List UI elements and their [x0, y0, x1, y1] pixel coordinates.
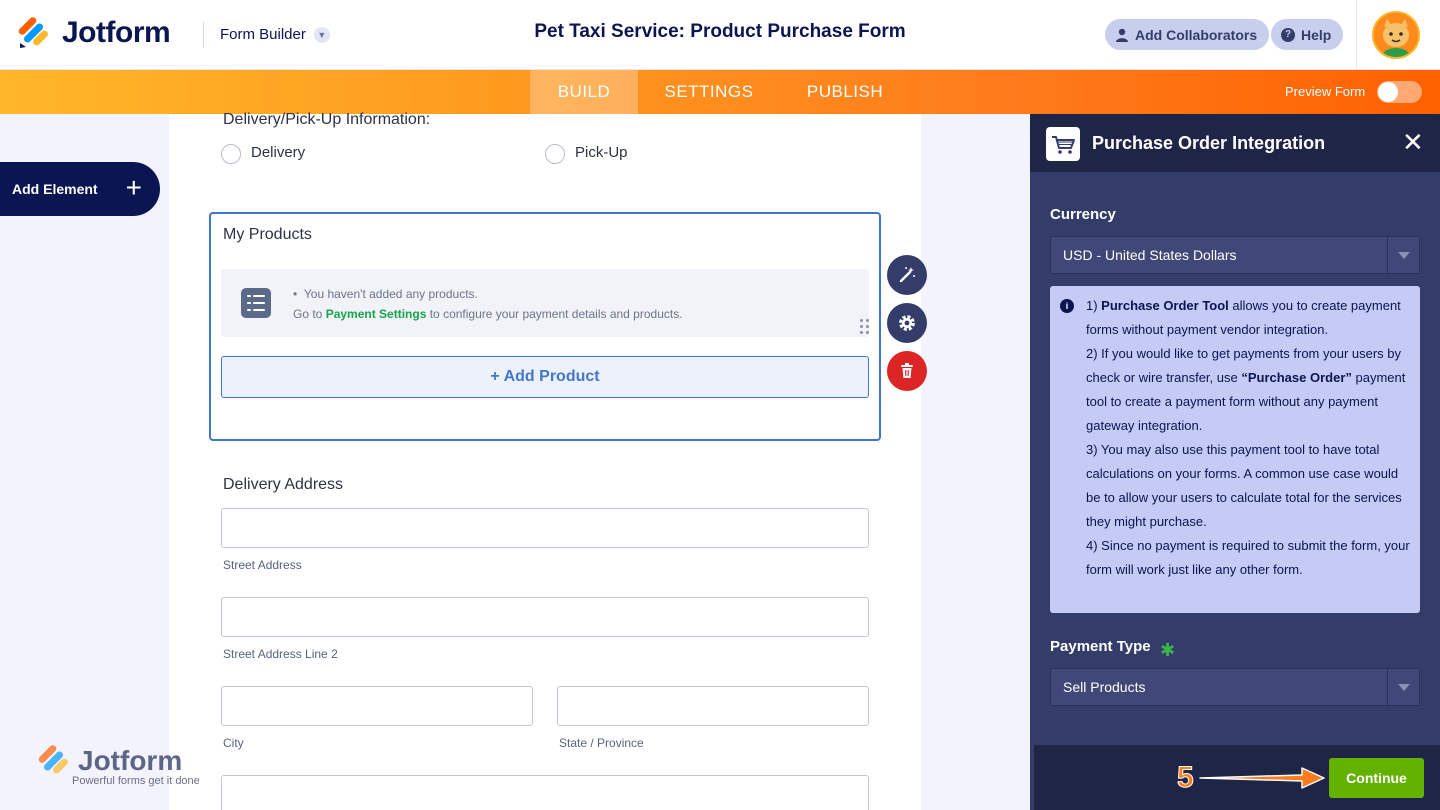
avatar-character-icon	[1374, 13, 1418, 57]
payment-type-select[interactable]: Sell Products	[1050, 668, 1420, 706]
delete-field-button[interactable]	[887, 351, 927, 391]
top-header: Jotform Form Builder ▼ Pet Taxi Service:…	[0, 0, 1440, 70]
info-paragraph-2: 2) If you would like to get payments fro…	[1086, 346, 1406, 433]
field-settings-button[interactable]	[887, 303, 927, 343]
wand-button[interactable]	[887, 255, 927, 295]
toggle-knob	[1378, 82, 1398, 102]
cart-icon-container	[1046, 127, 1080, 161]
preview-form-label: Preview Form	[1285, 84, 1366, 99]
step-number-annotation: 5	[1177, 761, 1195, 795]
state-province-input[interactable]	[557, 686, 869, 726]
drag-handle-icon[interactable]	[860, 319, 870, 335]
product-list-icon	[241, 288, 271, 318]
close-icon[interactable]: ✕	[1402, 129, 1424, 155]
tab-settings[interactable]: SETTINGS	[646, 70, 772, 114]
gear-icon	[899, 315, 915, 331]
delivery-question-label: Delivery/Pick-Up Information:	[223, 111, 431, 128]
currency-label: Currency	[1050, 206, 1116, 223]
watermark-tagline: Powerful forms get it done	[72, 775, 200, 787]
add-element-button[interactable]: Add Element +	[0, 162, 160, 216]
my-products-title[interactable]: My Products	[223, 226, 312, 244]
jotform-logo[interactable]: Jotform	[18, 16, 171, 50]
info-icon: i	[1060, 299, 1074, 313]
header-divider-right	[1356, 0, 1357, 70]
header-divider	[203, 22, 204, 48]
info-paragraph-1: 1) Purchase Order Tool allows you to cre…	[1086, 298, 1401, 337]
postal-code-input[interactable]	[221, 775, 869, 810]
info-paragraph-4: 4) Since no payment is required to submi…	[1086, 538, 1410, 577]
arrow-right-icon	[1199, 767, 1325, 789]
plus-icon: +	[125, 172, 142, 203]
add-element-label: Add Element	[12, 181, 98, 197]
radio-delivery[interactable]	[221, 144, 241, 164]
payment-settings-link[interactable]: Payment Settings	[326, 307, 427, 321]
street-address-sublabel: Street Address	[223, 558, 302, 572]
street-address-line2-sublabel: Street Address Line 2	[223, 647, 338, 661]
delivery-address-title: Delivery Address	[223, 476, 344, 493]
hint-prefix: Go to	[293, 307, 326, 321]
panel-header: Purchase Order Integration ✕	[1030, 114, 1440, 172]
state-province-sublabel: State / Province	[559, 736, 644, 750]
logo-text: Jotform	[62, 16, 171, 49]
radio-pickup-label[interactable]: Pick-Up	[575, 144, 628, 161]
preview-form-toggle[interactable]	[1377, 81, 1422, 103]
hint-suffix: to configure your payment details and pr…	[426, 307, 683, 321]
shopping-cart-icon	[1052, 136, 1075, 154]
help-button[interactable]: ? Help	[1271, 19, 1344, 50]
panel-title: Purchase Order Integration	[1092, 133, 1326, 153]
user-icon	[1116, 28, 1128, 42]
form-builder-menu[interactable]: Form Builder ▼	[220, 26, 330, 43]
info-text: 1) Purchase Order Tool allows you to cre…	[1086, 294, 1412, 582]
watermark-text: Jotform	[78, 745, 183, 776]
tab-publish[interactable]: PUBLISH	[790, 70, 900, 114]
empty-products-message: • You haven't added any products.	[293, 287, 478, 301]
required-asterisk-icon: ✱	[1160, 640, 1176, 660]
radio-pickup[interactable]	[545, 144, 565, 164]
payment-settings-hint: Go to Payment Settings to configure your…	[293, 307, 683, 321]
city-sublabel: City	[223, 736, 244, 750]
chevron-down-icon: ▼	[313, 26, 330, 43]
chevron-down-icon	[1387, 237, 1419, 273]
empty-products-text: You haven't added any products.	[303, 287, 478, 301]
user-avatar[interactable]	[1372, 11, 1420, 59]
tab-settings-label: SETTINGS	[664, 82, 754, 101]
street-address-line2-input[interactable]	[221, 597, 869, 637]
form-builder-label: Form Builder	[220, 26, 306, 43]
continue-button[interactable]: Continue	[1329, 758, 1424, 798]
jotform-logo-icon	[18, 17, 48, 48]
watermark-logo-icon	[38, 745, 68, 774]
city-input[interactable]	[221, 686, 533, 726]
add-collaborators-button[interactable]: Add Collaborators	[1105, 19, 1270, 50]
currency-value: USD - United States Dollars	[1063, 247, 1237, 263]
purchase-order-panel: Purchase Order Integration ✕ Currency US…	[1030, 114, 1440, 810]
street-address-input[interactable]	[221, 508, 869, 548]
magic-wand-icon	[899, 267, 915, 283]
question-icon: ?	[1281, 27, 1295, 42]
purchase-order-info-box: i 1) Purchase Order Tool allows you to c…	[1050, 286, 1420, 613]
info-paragraph-3: 3) You may also use this payment tool to…	[1086, 442, 1402, 529]
add-product-button[interactable]: + Add Product	[221, 356, 869, 398]
trash-icon	[901, 363, 913, 378]
tab-publish-label: PUBLISH	[806, 82, 884, 101]
help-label: Help	[1301, 26, 1332, 43]
builder-nav-bar: BUILD SETTINGS PUBLISH Preview Form	[0, 70, 1440, 114]
jotform-watermark: Jotform Powerful forms get it done	[38, 745, 200, 787]
add-collaborators-label: Add Collaborators	[1135, 26, 1258, 43]
products-empty-notice: • You haven't added any products. Go to …	[221, 269, 869, 337]
payment-type-value: Sell Products	[1063, 679, 1146, 695]
radio-delivery-label[interactable]: Delivery	[251, 144, 305, 161]
tab-build[interactable]: BUILD	[530, 70, 638, 114]
currency-select[interactable]: USD - United States Dollars	[1050, 236, 1420, 274]
payment-type-label: Payment Type	[1050, 638, 1151, 655]
tab-build-label: BUILD	[557, 82, 611, 101]
chevron-down-icon	[1387, 669, 1419, 705]
